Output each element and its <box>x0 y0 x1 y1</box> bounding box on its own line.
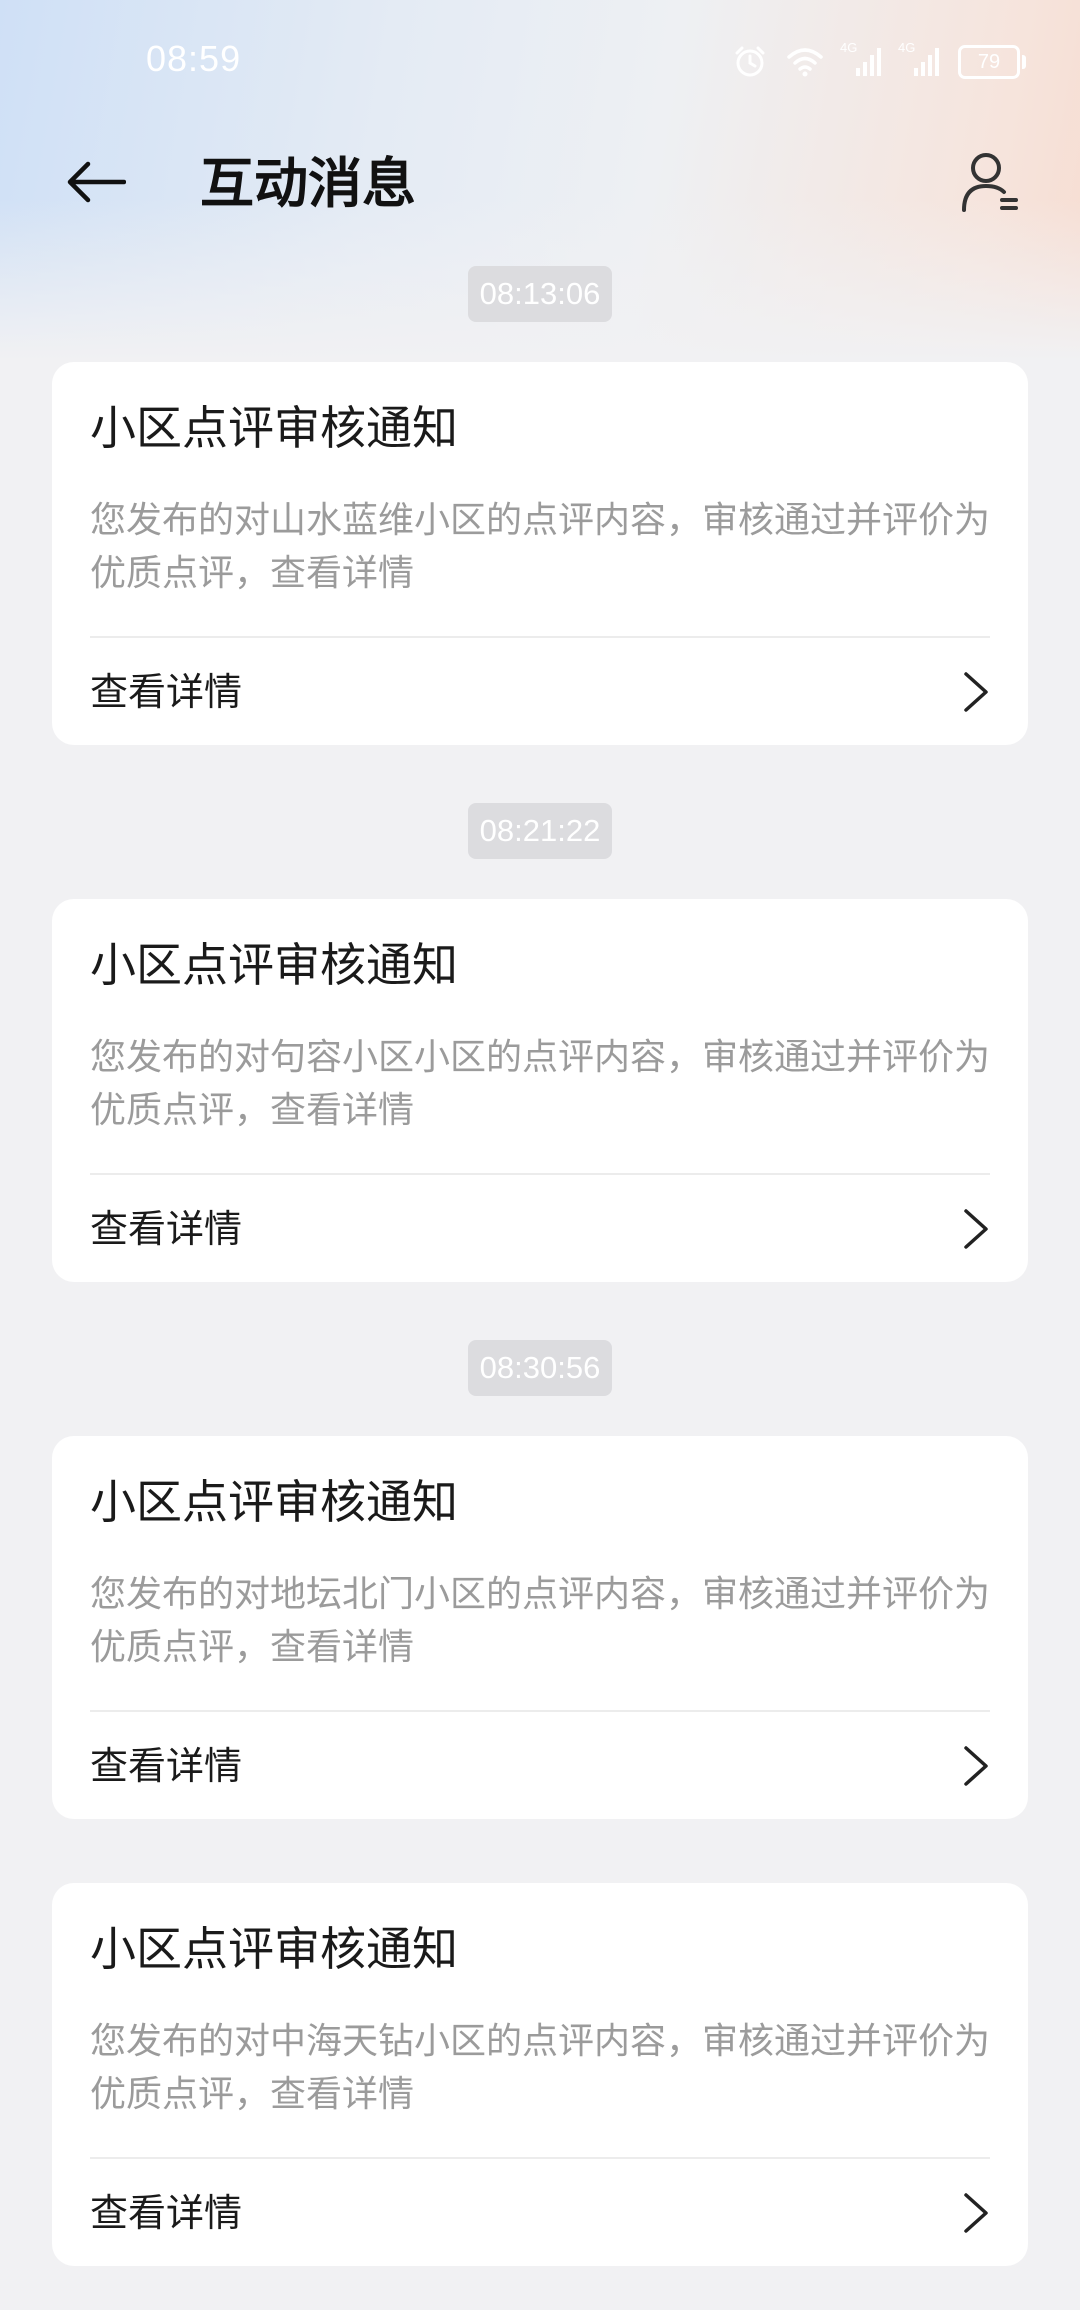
battery-icon: 79 <box>958 45 1026 79</box>
message-title: 小区点评审核通知 <box>90 1922 458 1976</box>
message-description: 您发布的对山水蓝维小区的点评内容，审核通过并评价为优质点评，查看详情 <box>90 500 991 594</box>
profile-button[interactable] <box>950 144 1030 224</box>
signal-icon-2: 4G <box>898 40 940 78</box>
signal-icon-1: 4G <box>840 40 882 78</box>
message-title: 小区点评审核通知 <box>90 938 458 992</box>
message-description: 您发布的对地坛北门小区的点评内容，审核通过并评价为优质点评，查看详情 <box>90 1574 991 1668</box>
view-details-label: 查看详情 <box>90 1207 243 1251</box>
view-details-label: 查看详情 <box>90 1744 243 1788</box>
app-header: 互动消息 <box>0 126 1080 242</box>
status-icons: 4G 4G 79 <box>732 40 1026 84</box>
timestamp-chip: 08:13:06 <box>467 266 613 322</box>
network-type-1: 4G <box>840 40 858 55</box>
chevron-right-icon <box>954 1205 998 1253</box>
message-description: 您发布的对句容小区小区的点评内容，审核通过并评价为优质点评，查看详情 <box>90 1037 991 1131</box>
status-time: 08:59 <box>146 38 242 79</box>
back-button[interactable] <box>56 144 136 224</box>
timestamp-row: 08:13:06 <box>0 266 1080 322</box>
chevron-right-icon <box>954 668 998 716</box>
timestamp-chip: 08:30:56 <box>467 1340 613 1396</box>
battery-level: 79 <box>977 50 1001 73</box>
timestamp-row: 08:30:56 <box>0 1340 1080 1396</box>
network-type-2: 4G <box>898 40 916 55</box>
status-bar: 08:59 4G 4G 79 <box>0 0 1080 126</box>
alarm-icon <box>732 44 768 80</box>
chevron-right-icon <box>954 2189 998 2237</box>
view-details-button[interactable]: 查看详情 <box>52 638 1028 745</box>
message-description: 您发布的对中海天钻小区的点评内容，审核通过并评价为优质点评，查看详情 <box>90 2021 991 2115</box>
arrow-left-icon <box>66 160 127 208</box>
message-card[interactable]: 小区点评审核通知 您发布的对句容小区小区的点评内容，审核通过并评价为优质点评，查… <box>52 899 1028 1282</box>
view-details-label: 查看详情 <box>90 2191 243 2235</box>
view-details-button[interactable]: 查看详情 <box>52 1175 1028 1282</box>
message-card[interactable]: 小区点评审核通知 您发布的对山水蓝维小区的点评内容，审核通过并评价为优质点评，查… <box>52 362 1028 745</box>
message-list[interactable]: 08:13:06 小区点评审核通知 您发布的对山水蓝维小区的点评内容，审核通过并… <box>0 242 1080 2266</box>
timestamp-row: 08:21:22 <box>0 803 1080 859</box>
page-title: 互动消息 <box>200 152 416 215</box>
view-details-label: 查看详情 <box>90 670 243 714</box>
chevron-right-icon <box>954 1742 998 1790</box>
message-card[interactable]: 小区点评审核通知 您发布的对地坛北门小区的点评内容，审核通过并评价为优质点评，查… <box>52 1436 1028 1819</box>
message-card[interactable]: 小区点评审核通知 您发布的对中海天钻小区的点评内容，审核通过并评价为优质点评，查… <box>52 1883 1028 2266</box>
message-title: 小区点评审核通知 <box>90 1475 458 1529</box>
user-settings-icon <box>960 150 1020 218</box>
message-title: 小区点评审核通知 <box>90 401 458 455</box>
wifi-icon <box>786 46 824 78</box>
timestamp-chip: 08:21:22 <box>467 803 613 859</box>
view-details-button[interactable]: 查看详情 <box>52 2159 1028 2266</box>
view-details-button[interactable]: 查看详情 <box>52 1712 1028 1819</box>
